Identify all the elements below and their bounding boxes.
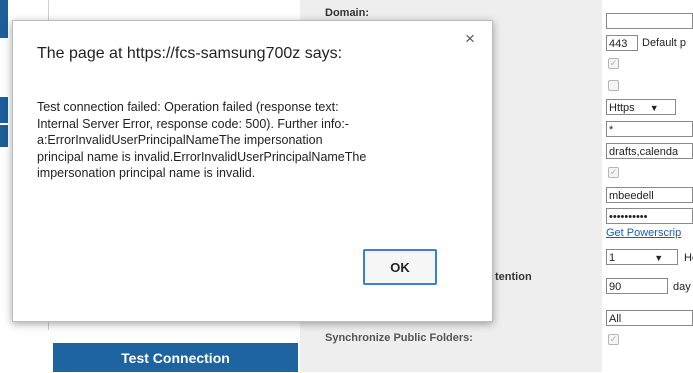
hours-unit: Ho (684, 252, 693, 264)
asterisk-field[interactable]: * (606, 121, 693, 137)
retention-label: tention (495, 271, 532, 283)
powershell-link[interactable]: Get Powerscrip (606, 227, 681, 239)
left-nav-tab[interactable] (0, 125, 8, 147)
checkbox-3[interactable]: ✓ (608, 167, 619, 178)
port-default-text: Default p (642, 37, 687, 49)
hours-select[interactable]: 1 ▼ (606, 249, 678, 265)
checkbox-1[interactable]: ✓ (608, 58, 619, 69)
left-nav-tab[interactable] (0, 97, 8, 123)
chevron-down-icon: ▼ (649, 103, 659, 113)
domain-field[interactable] (606, 13, 693, 29)
ok-button[interactable]: OK (363, 249, 437, 285)
alert-dialog: The page at https://fcs-samsung700z says… (12, 20, 493, 322)
protocol-value: Https (609, 102, 635, 114)
days-unit: day (673, 281, 691, 293)
left-strip (0, 0, 8, 372)
public-folders-label: Synchronize Public Folders: (325, 332, 473, 344)
left-nav-tab[interactable] (0, 0, 8, 38)
close-icon[interactable]: × (465, 29, 475, 49)
hours-value: 1 (609, 252, 616, 264)
dialog-title: The page at https://fcs-samsung700z says… (37, 45, 343, 62)
username-field[interactable]: mbeedell (606, 187, 693, 203)
days-field[interactable]: 90 (606, 278, 668, 294)
public-folders-checkbox[interactable]: ✓ (608, 334, 619, 345)
all-select[interactable]: All (606, 310, 693, 326)
port-field[interactable]: 443 (606, 35, 638, 51)
test-connection-button[interactable]: Test Connection (53, 343, 298, 372)
folders-field[interactable]: drafts,calenda (606, 143, 693, 159)
password-field[interactable]: •••••••••• (606, 208, 693, 224)
checkbox-2[interactable] (608, 80, 619, 91)
protocol-select[interactable]: Https ▼ (606, 99, 676, 115)
domain-label: Domain: (325, 7, 369, 19)
chevron-down-icon: ▼ (654, 253, 664, 263)
dialog-message: Test connection failed: Operation failed… (37, 100, 367, 180)
